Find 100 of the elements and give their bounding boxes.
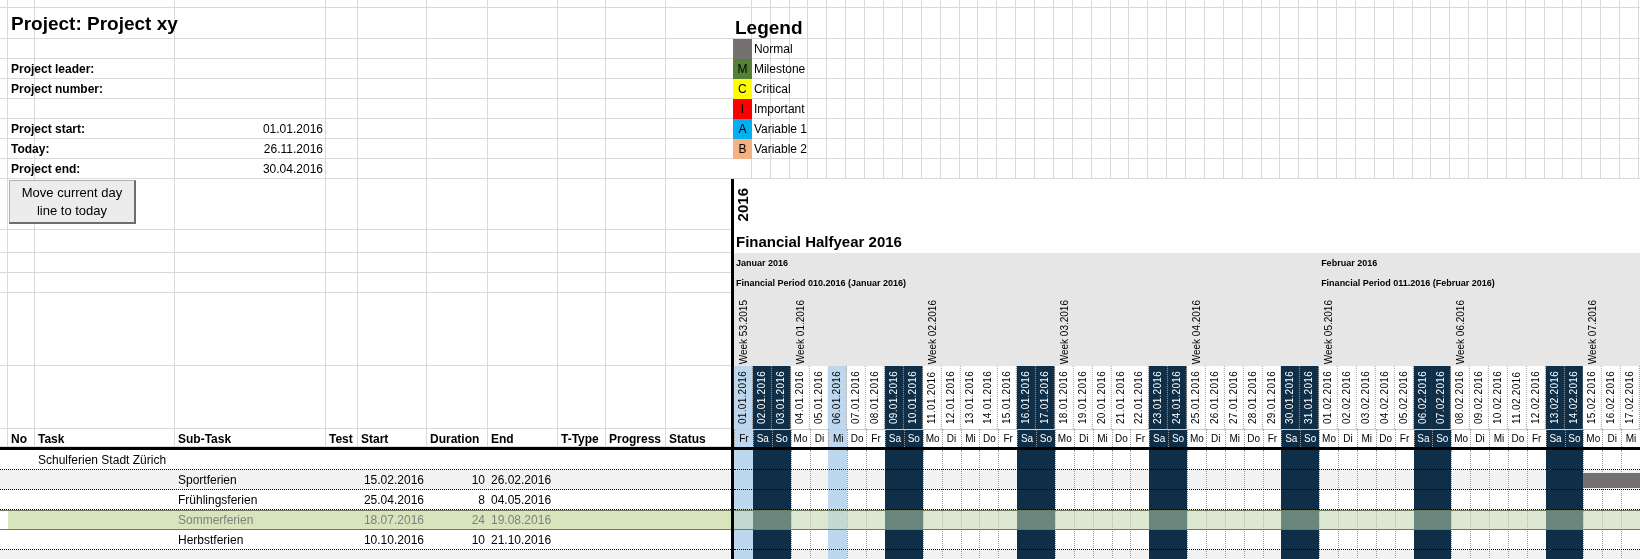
gantt-bar[interactable]: [1583, 473, 1640, 488]
weekday-cell: So: [1036, 429, 1055, 447]
column-header: Progress: [608, 432, 663, 447]
weekday-cell: Do: [847, 429, 867, 447]
date-value: 01.01.2016: [262, 122, 324, 136]
legend-swatch: A: [733, 119, 752, 139]
start-cell-text: 10.10.2016: [362, 532, 425, 547]
week-label: Week 04.2016: [1190, 299, 1202, 366]
date-value: 30.04.2016: [262, 162, 324, 176]
end-cell-text: 26.02.2016: [490, 472, 553, 487]
week-label: Week 05.2016: [1323, 299, 1335, 366]
legend-label: Important: [752, 102, 806, 116]
weekday-cell: Mi: [828, 429, 848, 447]
date-cell: 07.02.2016: [1432, 366, 1452, 429]
end-cell-text: 21.10.2016: [490, 532, 553, 547]
field-label: Project end:: [10, 162, 82, 176]
legend-swatch: B: [733, 139, 752, 159]
date-cell: 03.01.2016: [771, 366, 791, 429]
subtask-cell-text: Sommerferien: [177, 513, 255, 527]
date-cell: 09.01.2016: [885, 366, 904, 429]
date-cell: 13.02.2016: [1545, 366, 1565, 429]
date-cell: 30.01.2016: [1281, 366, 1301, 429]
legend-label: Milestone: [752, 62, 807, 76]
legend-swatch: M: [733, 59, 752, 79]
table-row[interactable]: Sportferien 15.02.2016 10 26.02.2016: [0, 470, 733, 490]
date-cell: 31.01.2016: [1300, 366, 1320, 429]
column-header: Duration: [429, 432, 481, 447]
weekday-cell: Di: [1470, 429, 1489, 447]
legend-label: Variable 1: [752, 122, 809, 136]
weekday-cell: Mo: [1319, 429, 1338, 447]
date-cell: 01.01.2016: [734, 366, 753, 429]
table-row[interactable]: Frühlingsferien 25.04.2016 8 04.05.2016: [0, 490, 733, 510]
weekday-cell: So: [1432, 429, 1452, 447]
legend-label: Variable 2: [752, 142, 809, 156]
weekday-cell: Di: [1602, 429, 1622, 447]
column-header: Sub-Task: [177, 432, 233, 447]
duration-cell-text: 10: [470, 472, 486, 487]
start-cell-text: 18.07.2016: [362, 513, 425, 527]
date-cell: 10.01.2016: [903, 366, 923, 429]
weekday-cell: Fr: [1130, 429, 1150, 447]
date-cell: 06.02.2016: [1413, 366, 1433, 429]
project-title: Project: Project xy: [10, 12, 179, 35]
month-label: Februar 2016: [1320, 258, 1379, 268]
weekday-cell: Mi: [1489, 429, 1508, 447]
date-value: 26.11.2016: [263, 142, 324, 156]
column-header: Start: [360, 432, 390, 447]
week-label: Week 02.2016: [926, 299, 938, 366]
field-label: Project leader:: [10, 62, 96, 76]
legend-title: Legend: [734, 17, 804, 39]
weekday-cell: So: [1168, 429, 1187, 447]
weekday-cell: Mi: [1621, 429, 1640, 447]
task-cell-text: Schulferien Stadt Zürich: [37, 452, 168, 467]
field-label: Project start:: [10, 122, 87, 136]
subtask-cell-text: Sportferien: [177, 472, 238, 487]
year-label: 2016: [734, 187, 752, 222]
column-header: No: [10, 432, 28, 447]
end-cell-text: 04.05.2016: [490, 492, 553, 507]
start-cell-text: 15.02.2016: [362, 472, 425, 487]
date-cell: 16.01.2016: [1017, 366, 1036, 429]
move-today-button[interactable]: Move current day line to today: [9, 180, 136, 224]
weekday-cell: Sa: [885, 429, 904, 447]
week-label: Week 01.2016: [794, 299, 806, 366]
timeline-title: Financial Halfyear 2016: [735, 233, 903, 250]
week-label: Week 06.2016: [1455, 299, 1467, 366]
weekday-cell: Fr: [734, 429, 753, 447]
weekday-cell: Mo: [1451, 429, 1471, 447]
subtask-cell-text: Herbstferien: [177, 532, 245, 547]
legend-swatch: I: [733, 99, 752, 119]
date-cell: 02.01.2016: [752, 366, 772, 429]
week-label: Week 53.2015: [737, 299, 749, 366]
weekday-cell: Fr: [866, 429, 885, 447]
weekday-cell: Sa: [1281, 429, 1301, 447]
period-label: Financial Period 010.2016 (Januar 2016): [735, 278, 908, 288]
end-cell-text: 19.08.2016: [490, 513, 553, 527]
column-header: End: [490, 432, 515, 447]
column-header: Test: [328, 432, 354, 447]
date-cell: 24.01.2016: [1168, 366, 1187, 429]
weekday-cell: Di: [1338, 429, 1357, 447]
weekday-cell: Sa: [1017, 429, 1036, 447]
duration-cell-text: 24: [470, 513, 486, 527]
date-cell: 06.01.2016: [828, 366, 848, 429]
duration-cell-text: 10: [470, 532, 486, 547]
weekday-cell: So: [1300, 429, 1320, 447]
weekday-cell: Fr: [998, 429, 1018, 447]
subtask-cell-text: Frühlingsferien: [177, 492, 259, 507]
week-label: Week 07.2016: [1587, 299, 1599, 366]
legend-swatch: C: [733, 79, 752, 99]
field-label: Today:: [10, 142, 51, 156]
week-label: Week 03.2016: [1058, 299, 1070, 366]
column-header: Task: [37, 432, 66, 447]
column-header: Status: [668, 432, 707, 447]
weekday-cell: Mo: [1187, 429, 1206, 447]
start-cell-text: 25.04.2016: [362, 492, 425, 507]
column-header: T-Type: [560, 432, 600, 447]
legend-label: Normal: [752, 42, 794, 56]
weekday-cell: Do: [979, 429, 999, 447]
date-cell: 14.02.2016: [1564, 366, 1584, 429]
date-cell: 23.01.2016: [1149, 366, 1169, 429]
weekday-cell: Mo: [1583, 429, 1603, 447]
date-cell: 17.01.2016: [1036, 366, 1055, 429]
